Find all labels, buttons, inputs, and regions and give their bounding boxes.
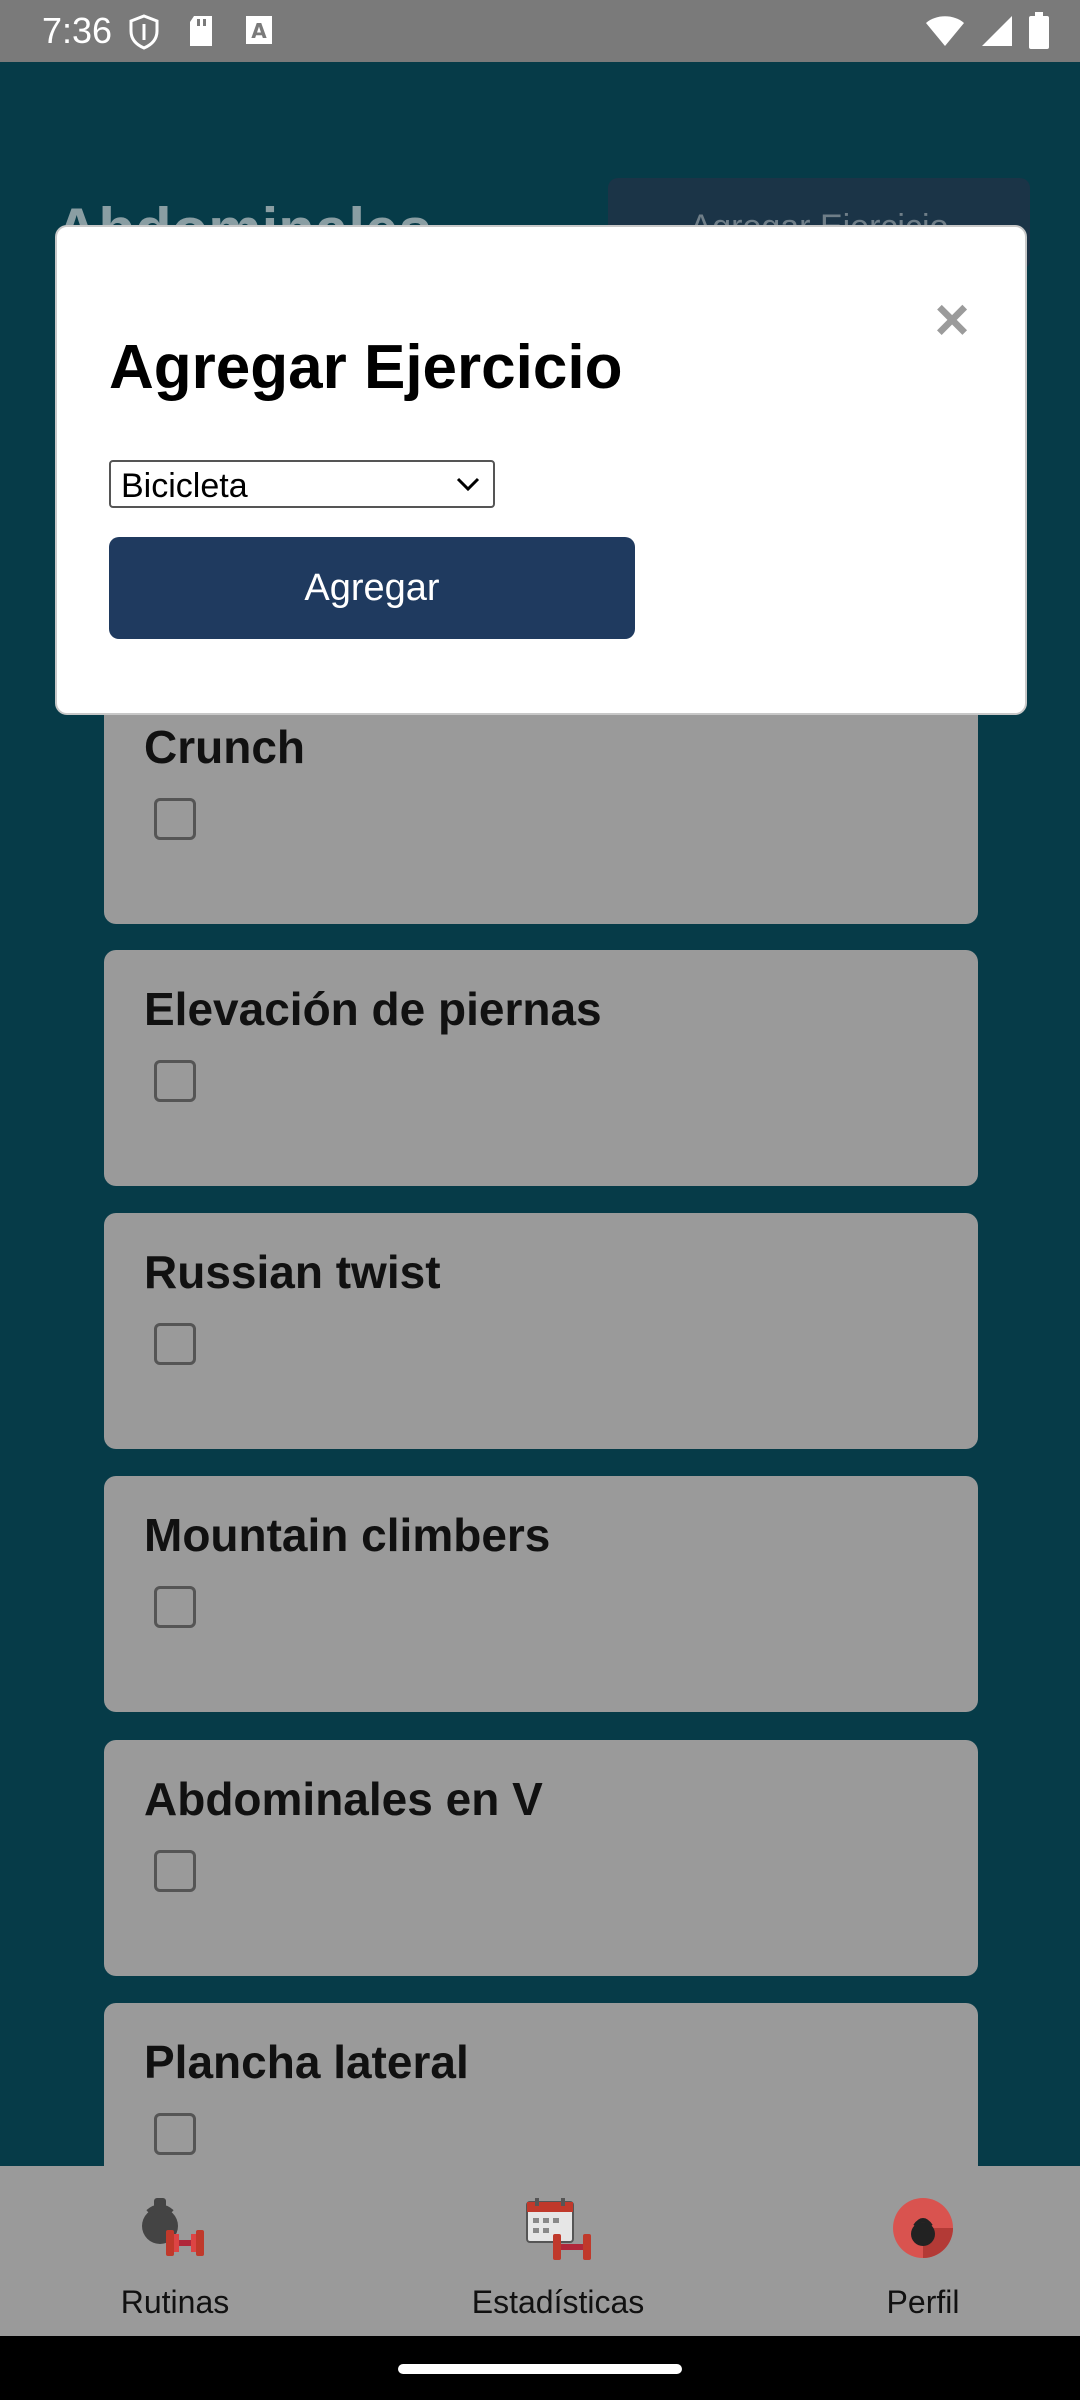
signal-icon — [980, 14, 1014, 53]
exercise-checkbox[interactable] — [154, 1323, 196, 1365]
close-icon[interactable]: × — [927, 290, 977, 350]
exercise-card: Mountain climbers — [104, 1476, 978, 1712]
exercise-name: Crunch — [144, 721, 305, 773]
exercise-select-value: Bicicleta — [121, 467, 248, 505]
nav-item-perfil[interactable]: Perfil — [793, 2196, 1053, 2326]
exercise-card: Abdominales en V — [104, 1740, 978, 1976]
exercise-name: Russian twist — [144, 1246, 441, 1298]
modal-title: Agregar Ejercicio — [109, 333, 623, 402]
status-bar: 7:36 A — [0, 0, 1080, 62]
exercise-name: Abdominales en V — [144, 1773, 543, 1825]
bottom-navigation: Rutinas Estadísticas Perfil — [0, 2166, 1080, 2336]
chevron-down-icon — [455, 472, 481, 501]
battery-icon — [1028, 12, 1050, 55]
calendar-dumbbell-icon — [523, 2196, 593, 2265]
home-indicator[interactable] — [398, 2364, 682, 2374]
profile-kettlebell-icon — [888, 2196, 958, 2265]
nav-label-estadisticas: Estadísticas — [471, 2284, 645, 2320]
status-time: 7:36 — [42, 10, 113, 51]
add-exercise-modal: Agregar Ejercicio × Bicicleta Agregar — [55, 225, 1027, 715]
exercise-checkbox[interactable] — [154, 1586, 196, 1628]
exercise-checkbox[interactable] — [154, 1060, 196, 1102]
exercise-name: Elevación de piernas — [144, 983, 602, 1035]
nav-item-rutinas[interactable]: Rutinas — [45, 2196, 305, 2326]
wifi-icon — [924, 14, 966, 53]
sd-card-icon — [186, 14, 216, 53]
exercise-checkbox[interactable] — [154, 2113, 196, 2155]
exercise-card: Crunch — [104, 688, 978, 924]
kettlebell-dumbbell-icon — [140, 2196, 210, 2265]
exercise-card: Elevación de piernas — [104, 950, 978, 1186]
svg-text:A: A — [251, 19, 267, 43]
system-navigation-bar — [0, 2336, 1080, 2400]
a-icon: A — [244, 14, 274, 51]
exercise-checkbox[interactable] — [154, 1850, 196, 1892]
exercise-card: Russian twist — [104, 1213, 978, 1449]
exercise-checkbox[interactable] — [154, 798, 196, 840]
nav-label-perfil: Perfil — [886, 2284, 960, 2320]
nav-label-rutinas: Rutinas — [120, 2284, 230, 2320]
exercise-name: Plancha lateral — [144, 2036, 469, 2088]
exercise-name: Mountain climbers — [144, 1509, 551, 1561]
add-button[interactable]: Agregar — [109, 537, 635, 639]
status-right-icons — [924, 12, 1050, 55]
exercise-select[interactable]: Bicicleta — [109, 460, 495, 508]
nav-item-estadisticas[interactable]: Estadísticas — [428, 2196, 688, 2326]
shield-icon — [128, 14, 160, 55]
